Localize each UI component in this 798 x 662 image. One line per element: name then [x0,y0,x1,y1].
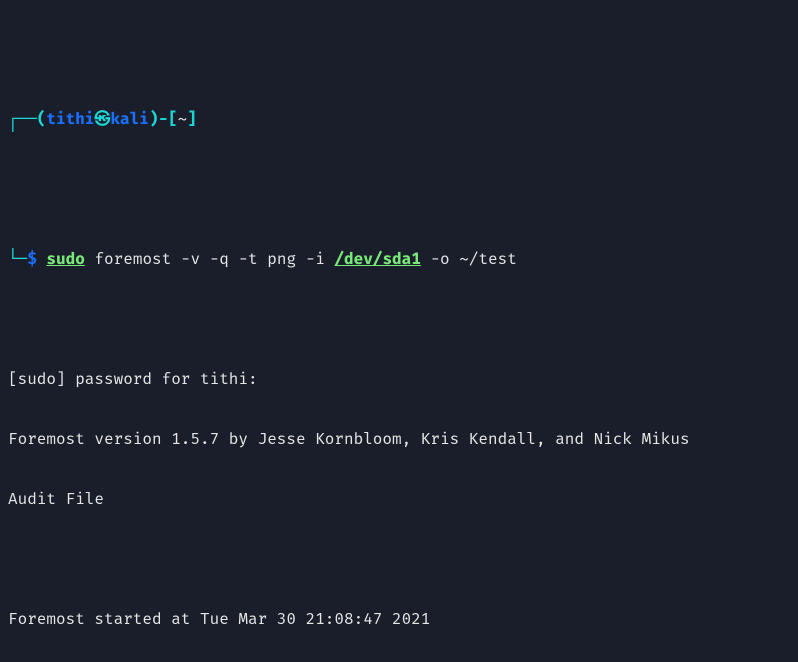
blank-line [8,550,790,570]
prompt-host: kali [110,110,148,129]
prompt-path-close: ] [187,110,197,129]
prompt-line2: └─ [8,250,27,269]
prompt-dollar: $ [27,250,37,269]
prompt-box-open: ┌──( [8,110,46,129]
prompt-path: ~ [178,110,188,129]
prompt-box-close: )-[ [149,110,178,129]
foremost-started: Foremost started at Tue Mar 30 21:08:47 … [8,610,790,630]
prompt-line-2: └─$ sudo foremost -v -q -t png -i /dev/s… [8,230,790,290]
terminal-window[interactable]: ┌──(tithi㉿kali)-[~] └─$ sudo foremost -v… [0,0,798,662]
foremost-version: Foremost version 1.5.7 by Jesse Kornbloo… [8,430,790,450]
command-text[interactable]: foremost -v -q -t png -i [94,250,334,269]
prompt-user: tithi [46,110,94,129]
at-icon: ㉿ [94,110,110,129]
command-rest[interactable]: -o ~/test [421,250,517,269]
prompt-line-1: ┌──(tithi㉿kali)-[~] [8,90,790,150]
sudo-cmd: sudo [46,250,84,269]
sudo-password-line: [sudo] password for tithi: [8,370,790,390]
audit-file: Audit File [8,490,790,510]
device-path: /dev/sda1 [334,250,420,269]
